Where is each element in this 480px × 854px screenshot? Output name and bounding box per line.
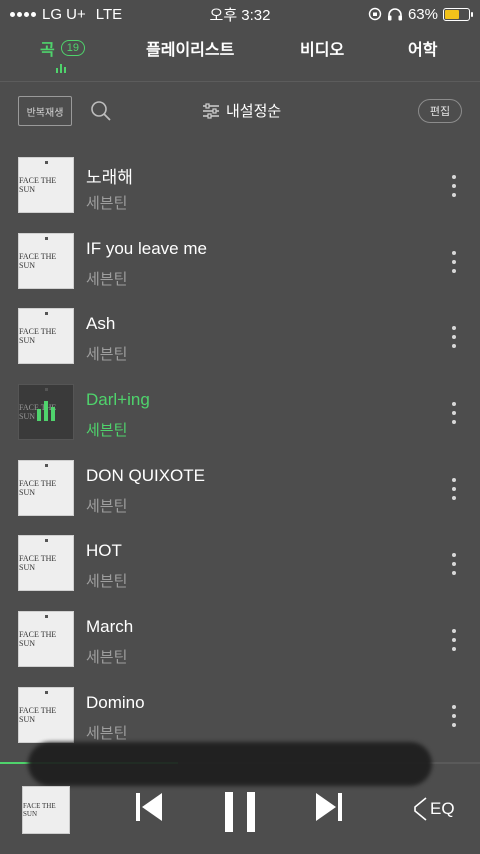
song-row-now-playing[interactable]: FACE THE SUN Darl+ing 세븐틴	[0, 377, 480, 453]
redacted-track-info	[28, 742, 432, 786]
repeat-button[interactable]: 반복재생	[18, 96, 72, 126]
more-options-icon[interactable]	[450, 477, 458, 500]
more-options-icon[interactable]	[450, 553, 458, 576]
song-artist: 세븐틴	[86, 195, 128, 212]
eq-label: EQ	[430, 799, 455, 818]
tab-bar: 곡 19 플레이리스트 비디오 어학	[0, 28, 480, 82]
more-options-icon[interactable]	[450, 250, 458, 273]
more-options-icon[interactable]	[450, 326, 458, 349]
album-art: FACE THE SUN	[18, 611, 74, 668]
battery-icon	[443, 7, 473, 21]
song-title: Domino	[86, 692, 145, 712]
song-artist: 세븐틴	[86, 497, 128, 515]
song-title: DON QUIXOTE	[86, 465, 206, 485]
song-title: March	[86, 617, 134, 637]
album-art: FACE THE SUN	[18, 686, 74, 743]
song-row[interactable]: FACE THE SUN IF you leave me 세븐틴	[0, 226, 480, 302]
clock: 오후 3:32	[209, 6, 271, 24]
song-title: HOT	[86, 541, 122, 561]
tab-songs[interactable]: 곡 19	[40, 36, 85, 60]
song-count-badge: 19	[60, 40, 85, 56]
album-art: FACE THE SUN	[18, 157, 74, 213]
album-art: FACE THE SUN	[18, 384, 74, 441]
song-artist: 세븐틴	[86, 346, 128, 364]
song-artist: 세븐틴	[86, 724, 128, 742]
song-row[interactable]: FACE THE SUN DON QUIXOTE 세븐틴	[0, 453, 480, 529]
mini-player: FACE THE SUN EQ	[0, 782, 480, 854]
status-bar: LG U+ LTE 오후 3:32 63%	[0, 0, 480, 28]
song-artist: 세븐틴	[86, 573, 128, 591]
song-row[interactable]: FACE THE SUN March 세븐틴	[0, 604, 480, 680]
sort-button[interactable]: 내설정순	[202, 100, 281, 121]
song-artist: 세븐틴	[86, 422, 128, 440]
song-title: Darl+ing	[86, 390, 150, 410]
orientation-lock-icon	[368, 7, 382, 21]
previous-track-icon[interactable]	[134, 790, 164, 824]
more-options-icon[interactable]	[450, 629, 458, 652]
more-options-icon[interactable]	[450, 402, 458, 425]
pause-icon[interactable]	[222, 790, 258, 834]
now-playing-album-art[interactable]: FACE THE SUN	[22, 786, 70, 834]
eq-button[interactable]: EQ	[412, 796, 455, 822]
song-title: IF you leave me	[86, 238, 207, 258]
album-art: FACE THE SUN	[18, 232, 74, 289]
status-left: LG U+ LTE	[10, 6, 122, 23]
more-options-icon[interactable]	[450, 704, 458, 727]
edit-label: 편집	[429, 106, 451, 118]
song-row[interactable]: FACE THE SUN 노래해 세븐틴	[0, 150, 480, 226]
tab-video[interactable]: 비디오	[300, 36, 344, 60]
sort-settings-icon	[203, 102, 219, 119]
list-toolbar: 반복재생 내설정순 편집	[0, 82, 480, 140]
more-options-icon[interactable]	[450, 175, 458, 197]
battery-percent: 63%	[407, 5, 438, 23]
search-icon[interactable]	[90, 100, 112, 122]
carrier-label: LG U+	[42, 5, 86, 23]
active-tab-indicator-icon	[56, 64, 66, 73]
network-label: LTE	[95, 5, 123, 23]
status-right: 63%	[368, 5, 473, 23]
song-artist: 세븐틴	[86, 270, 128, 288]
tab-language[interactable]: 어학	[408, 36, 437, 60]
song-list: FACE THE SUN 노래해 세븐틴 FACE THE SUN IF you…	[0, 150, 480, 756]
song-row[interactable]: FACE THE SUN HOT 세븐틴	[0, 528, 480, 604]
tab-playlist[interactable]: 플레이리스트	[146, 36, 234, 60]
album-art: FACE THE SUN	[18, 308, 74, 365]
repeat-label: 반복재생	[26, 107, 64, 119]
album-art: FACE THE SUN	[18, 535, 74, 592]
edit-button[interactable]: 편집	[418, 99, 462, 123]
speaker-icon	[414, 797, 427, 821]
song-row[interactable]: FACE THE SUN Ash 세븐틴	[0, 301, 480, 377]
signal-icon	[10, 11, 36, 17]
sort-label: 내설정순	[226, 103, 282, 120]
album-art: FACE THE SUN	[18, 459, 74, 516]
headphones-icon	[387, 8, 402, 21]
song-artist: 세븐틴	[86, 649, 128, 667]
tab-songs-label: 곡	[40, 42, 55, 59]
next-track-icon[interactable]	[314, 790, 344, 824]
song-title: 노래해	[86, 168, 133, 187]
now-playing-icon	[37, 401, 55, 422]
song-title: Ash	[86, 314, 116, 334]
